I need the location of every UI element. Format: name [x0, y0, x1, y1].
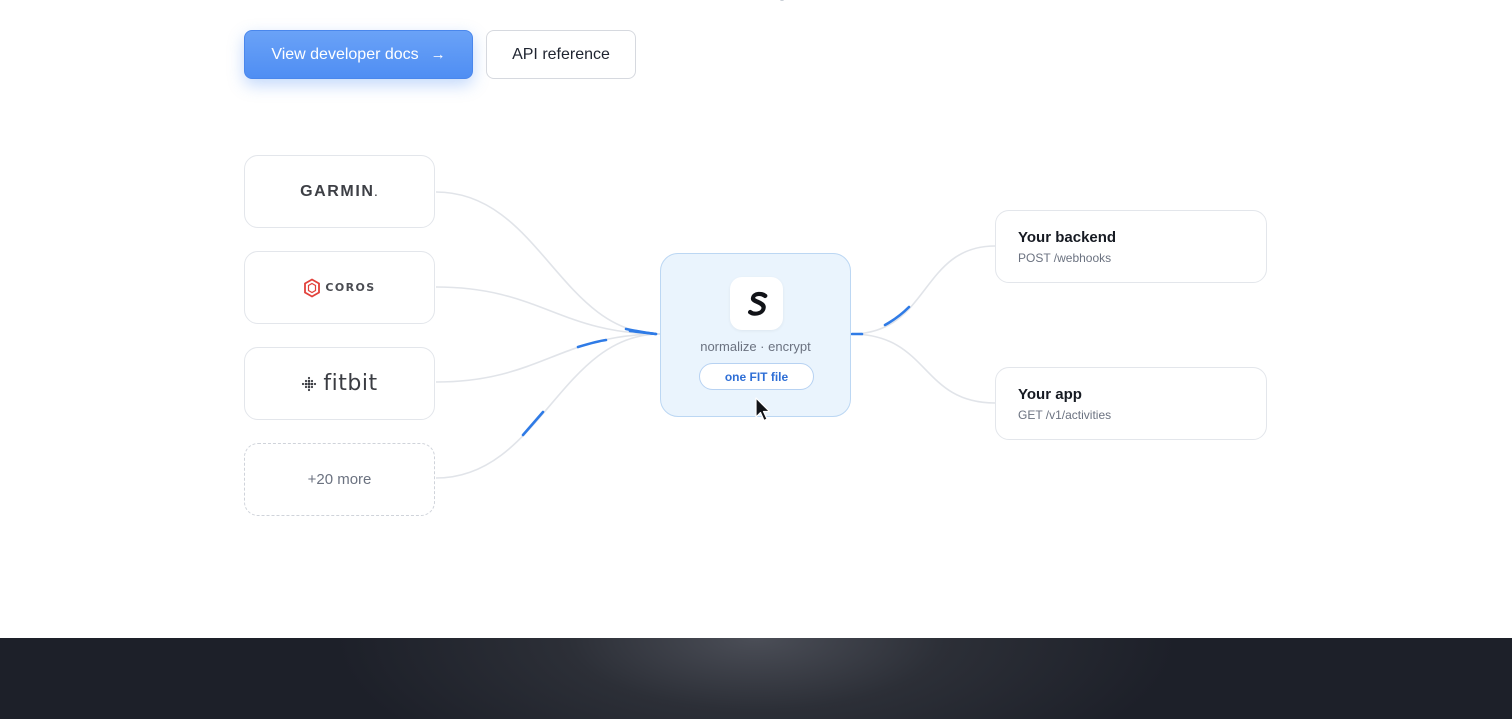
connector-more-to-hub: [435, 333, 661, 479]
destination-title-app: Your app: [1018, 386, 1082, 403]
garmin-logo: GARMIN.: [300, 183, 379, 201]
flow-pulse-more: [521, 410, 545, 437]
flow-pulse-backend: [883, 305, 911, 327]
arrow-right-icon: →: [430, 46, 446, 63]
destination-card-backend[interactable]: Your backend POST /webhooks: [995, 210, 1267, 283]
destination-endpoint-backend: POST /webhooks: [1018, 251, 1112, 265]
fitbit-logo: fitbit: [301, 371, 377, 396]
page: View developer docs → API reference GARM…: [0, 0, 1512, 719]
footer-dark-section: [0, 638, 1512, 719]
normalize-hub: normalize · encrypt one FIT file: [660, 253, 851, 417]
hub-caption: normalize · encrypt: [700, 339, 811, 354]
coros-hexagon-icon: [304, 277, 321, 298]
destination-endpoint-app: GET /v1/activities: [1018, 408, 1112, 422]
mouse-cursor-icon: [755, 397, 771, 422]
source-card-fitbit[interactable]: fitbit: [244, 347, 435, 420]
coros-logo: COROS: [303, 277, 376, 298]
source-card-more[interactable]: +20 more: [244, 443, 435, 516]
flow-pulse-coros: [628, 329, 658, 336]
source-card-garmin[interactable]: GARMIN.: [244, 155, 435, 228]
destination-card-app[interactable]: Your app GET /v1/activities: [995, 367, 1267, 440]
view-developer-docs-label: View developer docs: [271, 45, 419, 63]
fitbit-dots-icon: [302, 376, 317, 391]
destination-title-backend: Your backend: [1018, 229, 1117, 246]
view-developer-docs-button[interactable]: View developer docs →: [244, 30, 473, 79]
flow-pulse-fitbit: [576, 338, 608, 349]
connector-hub-to-backend: [850, 245, 996, 335]
coros-logo-text: COROS: [325, 281, 376, 294]
flow-pulse-garmin: [624, 327, 658, 336]
s-brand-icon: [747, 291, 767, 316]
api-reference-button[interactable]: API reference: [486, 30, 636, 79]
fit-file-badge: one FIT file: [699, 363, 814, 390]
source-card-coros[interactable]: COROS: [244, 251, 435, 324]
connector-garmin-to-hub: [435, 191, 661, 335]
scroll-indicator-dot: [780, 0, 784, 1]
api-reference-label: API reference: [512, 45, 610, 63]
garmin-logo-mark: .: [374, 187, 379, 199]
garmin-logo-text: GARMIN: [300, 182, 375, 200]
hub-logo: [730, 277, 783, 330]
connector-fitbit-to-hub: [435, 333, 661, 383]
connector-coros-to-hub: [435, 286, 661, 335]
connector-hub-to-app: [850, 333, 996, 404]
more-sources-label: +20 more: [307, 471, 372, 488]
fitbit-logo-text: fitbit: [323, 371, 378, 396]
